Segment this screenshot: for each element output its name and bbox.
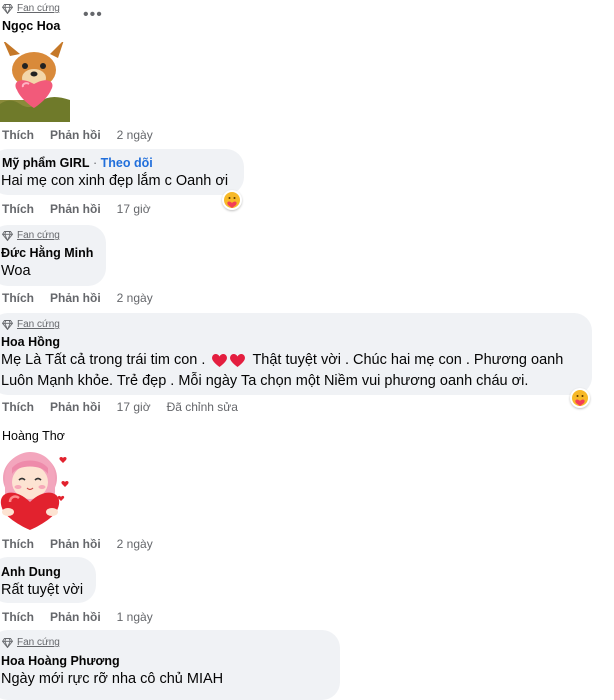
- top-fan-badge[interactable]: Fan cứng: [2, 230, 60, 241]
- care-reaction-icon[interactable]: [222, 190, 242, 210]
- more-options-icon[interactable]: •••: [83, 6, 103, 24]
- comment-time[interactable]: 1 ngày: [117, 610, 153, 624]
- comment-actions: Thích Phản hồi 17 giờ: [2, 202, 151, 216]
- comment-time[interactable]: 2 ngày: [117, 128, 153, 142]
- comment-actions: Thích Phản hồi 17 giờ Đã chỉnh sửa: [2, 400, 238, 414]
- commenter-name[interactable]: Mỹ phẩm GIRL: [2, 156, 90, 170]
- comment-bubble: Mỹ phẩm GIRL · Theo dõi Hai mẹ con xinh …: [0, 149, 244, 195]
- like-button[interactable]: Thích: [2, 537, 34, 551]
- reply-button[interactable]: Phản hồi: [50, 400, 101, 414]
- badge-label: Fan cứng: [17, 319, 60, 330]
- top-fan-badge[interactable]: Fan cứng: [2, 3, 60, 14]
- commenter-name[interactable]: Ngọc Hoa: [2, 19, 60, 33]
- red-heart-icon: [230, 353, 246, 367]
- like-button[interactable]: Thích: [2, 291, 34, 305]
- commenter-name[interactable]: Hoàng Thơ: [2, 429, 65, 443]
- like-button[interactable]: Thích: [2, 610, 34, 624]
- comment-text: Hai mẹ con xinh đẹp lắm c Oanh ơi: [1, 173, 229, 189]
- reply-button[interactable]: Phản hồi: [50, 537, 101, 551]
- like-button[interactable]: Thích: [2, 128, 34, 142]
- comment-text-part: Thật tuyệt vời . Chúc hai mẹ con . Phươn…: [252, 352, 564, 368]
- comment-text-part: Mẹ Là Tất cả trong trái tim con .: [1, 352, 206, 368]
- comment-actions: Thích Phản hồi 2 ngày: [2, 291, 153, 305]
- comment-text: Ngày mới rực rỡ nha cô chủ MIAH: [1, 671, 224, 687]
- edited-label[interactable]: Đã chỉnh sửa: [167, 400, 238, 414]
- commenter-name[interactable]: Đức Hằng Minh: [1, 246, 93, 260]
- red-heart-icon: [212, 353, 228, 367]
- comment-text: Rất tuyệt vời: [1, 582, 84, 598]
- badge-label: Fan cứng: [17, 3, 60, 14]
- commenter-name[interactable]: Hoa Hoàng Phương: [1, 654, 120, 668]
- care-reaction-icon[interactable]: [570, 388, 590, 408]
- girl-hugging-heart-sticker: [0, 452, 69, 530]
- diamond-icon: [2, 637, 13, 648]
- dog-with-heart-sticker: [0, 42, 70, 122]
- commenter-name[interactable]: Anh Dung: [1, 565, 61, 579]
- comment-time[interactable]: 17 giờ: [117, 202, 151, 216]
- follow-link[interactable]: Theo dõi: [101, 156, 153, 170]
- like-button[interactable]: Thích: [2, 202, 34, 216]
- commenter-name[interactable]: Hoa Hồng: [1, 335, 60, 349]
- comment-time[interactable]: 17 giờ: [117, 400, 151, 414]
- diamond-icon: [2, 3, 13, 14]
- comment-time[interactable]: 2 ngày: [117, 537, 153, 551]
- top-fan-badge[interactable]: Fan cứng: [2, 637, 60, 648]
- diamond-icon: [2, 319, 13, 330]
- comment-actions: Thích Phản hồi 2 ngày: [2, 537, 153, 551]
- reply-button[interactable]: Phản hồi: [50, 128, 101, 142]
- top-fan-badge[interactable]: Fan cứng: [2, 319, 60, 330]
- comment-text-line-1: Mẹ Là Tất cả trong trái tim con . Thật t…: [1, 349, 563, 371]
- comment-time[interactable]: 2 ngày: [117, 291, 153, 305]
- comment-bubble: Fan cứng Hoa Hoàng Phương Ngày mới rực r…: [0, 630, 340, 700]
- comment-text: Woa: [1, 263, 31, 279]
- commenter-header: Mỹ phẩm GIRL · Theo dõi: [2, 156, 153, 170]
- diamond-icon: [2, 230, 13, 241]
- comment-bubble: Fan cứng Đức Hằng Minh Woa: [0, 225, 106, 286]
- reply-button[interactable]: Phản hồi: [50, 291, 101, 305]
- hearts-emoji: [211, 353, 246, 368]
- comment-text-line-2: Luôn Mạnh khỏe. Trẻ đẹp . Mỗi ngày Ta ch…: [1, 373, 529, 389]
- comment-actions: Thích Phản hồi 1 ngày: [2, 610, 153, 624]
- like-button[interactable]: Thích: [2, 400, 34, 414]
- reply-button[interactable]: Phản hồi: [50, 202, 101, 216]
- badge-label: Fan cứng: [17, 230, 60, 241]
- comment-bubble: Anh Dung Rất tuyệt vời: [0, 557, 96, 603]
- comment-actions: Thích Phản hồi 2 ngày: [2, 128, 153, 142]
- badge-label: Fan cứng: [17, 637, 60, 648]
- reply-button[interactable]: Phản hồi: [50, 610, 101, 624]
- comment-bubble: Fan cứng Hoa Hồng Mẹ Là Tất cả trong trá…: [0, 313, 592, 395]
